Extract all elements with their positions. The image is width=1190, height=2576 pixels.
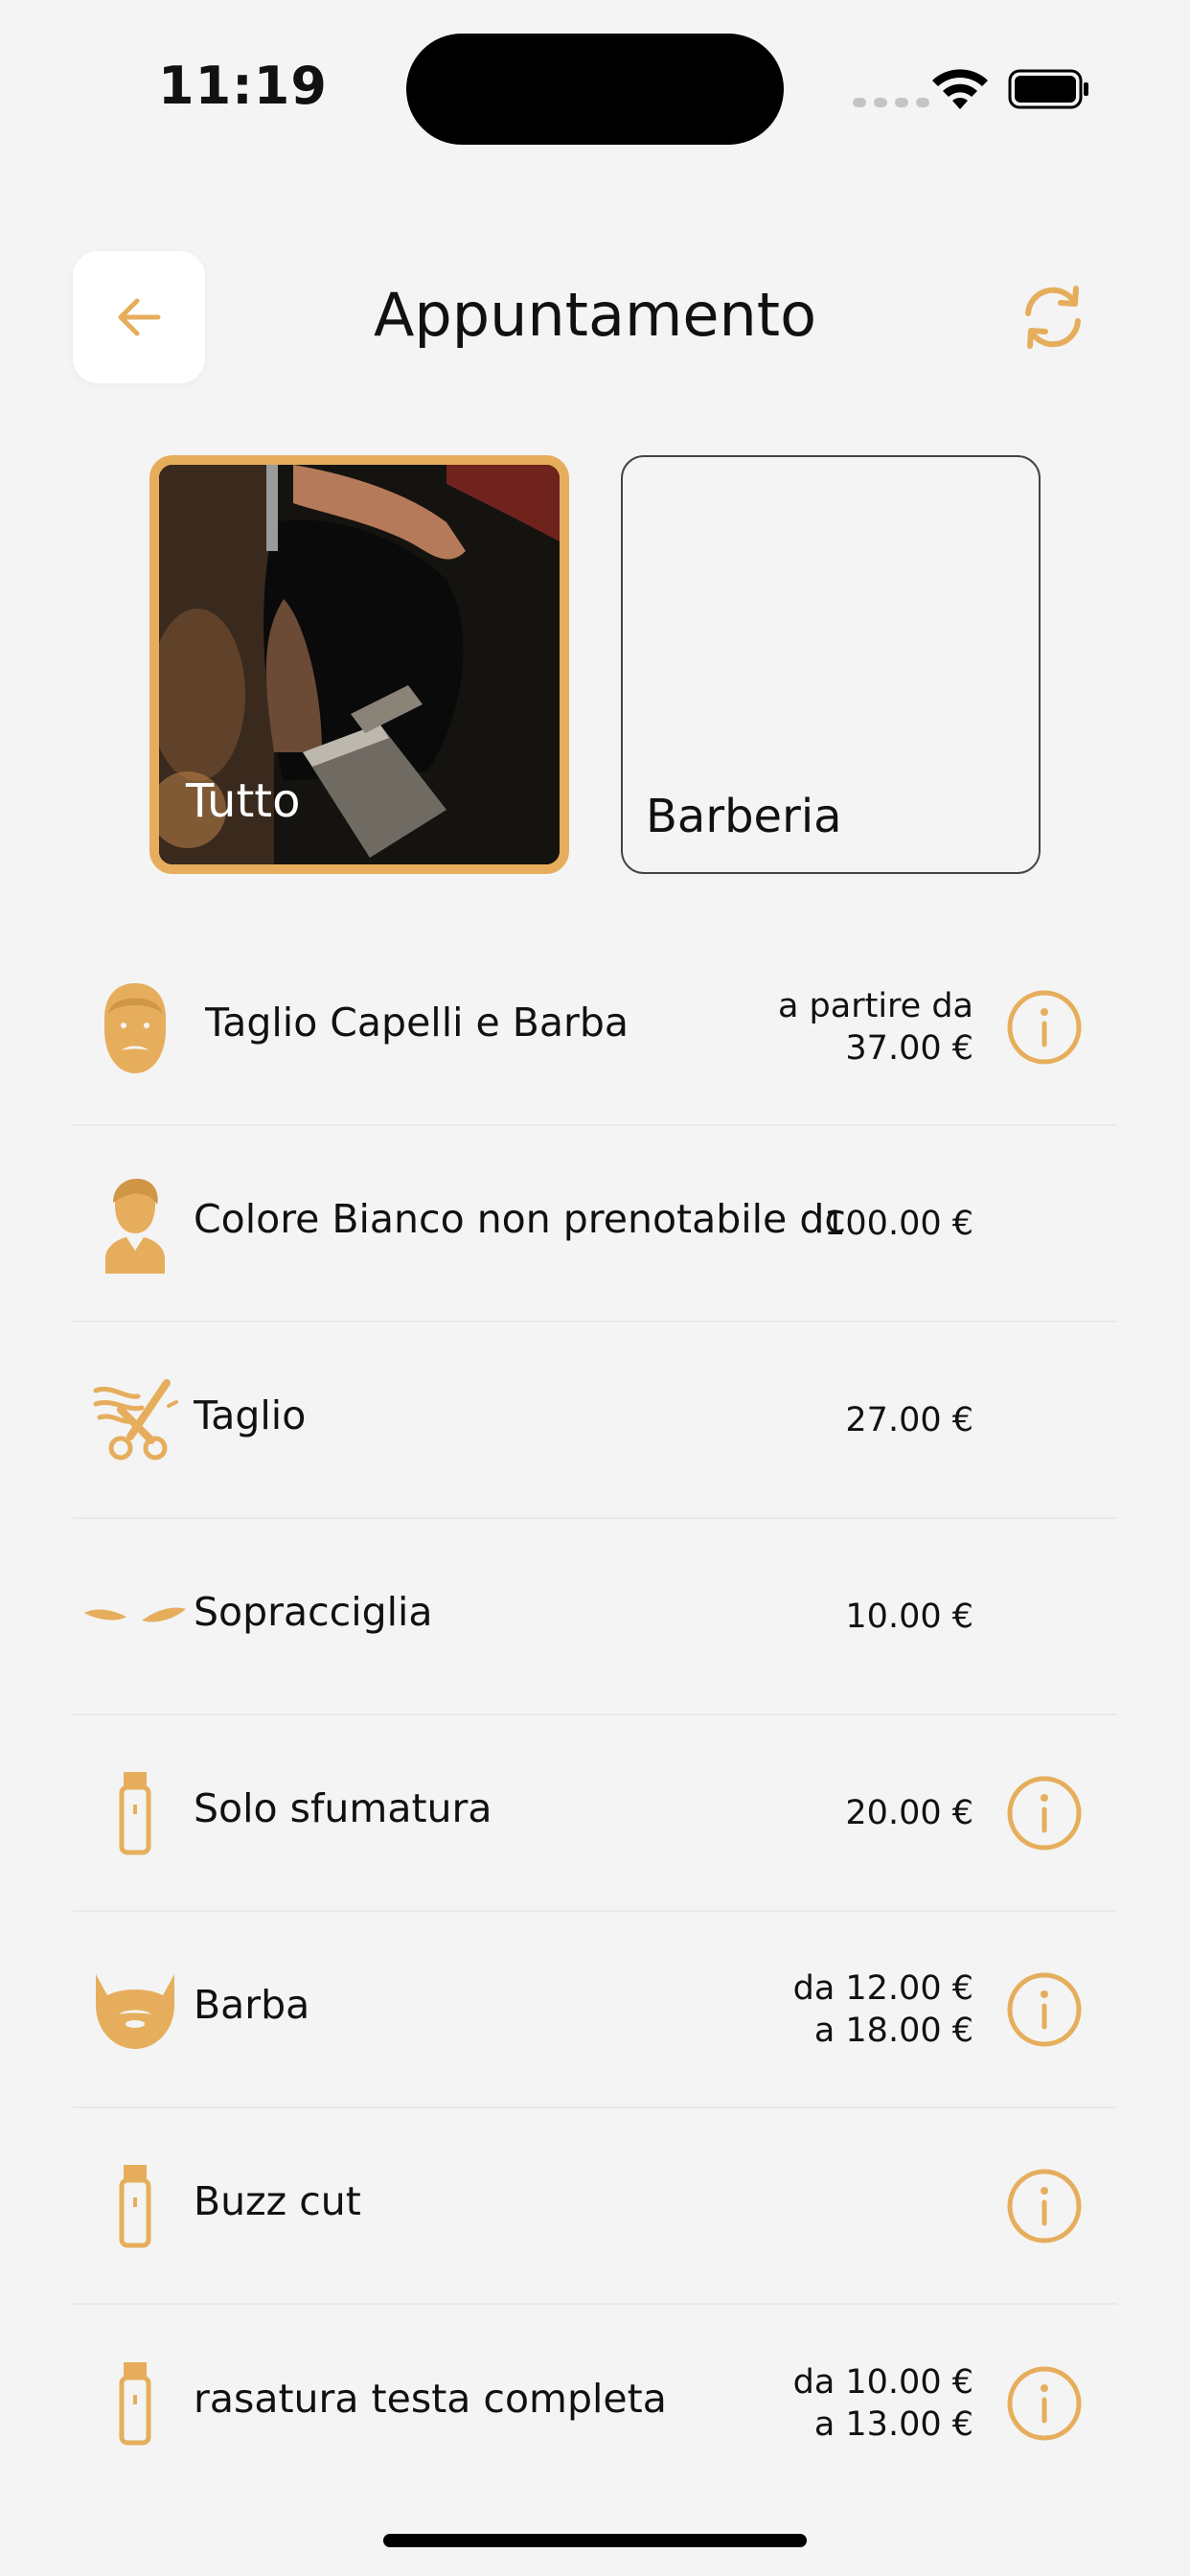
info-icon[interactable] (1006, 2168, 1083, 2244)
scissors-icon (82, 1368, 188, 1473)
service-price: a partire da 37.00 € (777, 986, 973, 1068)
status-bar: 11:19 (0, 0, 1190, 172)
service-name: Buzz cut (194, 2177, 361, 2224)
dynamic-island (406, 34, 784, 145)
service-price: da 10.00 € a 13.00 € (792, 2362, 973, 2444)
category-card-barberia[interactable]: Barberia (621, 455, 1041, 874)
wifi-icon (932, 69, 988, 109)
service-row[interactable]: Taglio Capelli e Barba a partire da 37.0… (73, 930, 1117, 1126)
service-name: Taglio Capelli e Barba (205, 999, 629, 1046)
header: Appuntamento (0, 251, 1190, 385)
clipper-icon (82, 2351, 188, 2456)
category-selector: Tutto Barberia (149, 455, 1041, 877)
service-price: da 12.00 € a 18.00 € (792, 1968, 973, 2050)
cellular-signal-icon (853, 98, 929, 107)
man-bust-icon (82, 1171, 188, 1276)
service-row[interactable]: Buzz cut (73, 2108, 1117, 2305)
service-row[interactable]: rasatura testa completa da 10.00 € a 13.… (73, 2305, 1117, 2501)
service-name: Taglio (194, 1392, 307, 1438)
service-price: 20.00 € (845, 1793, 973, 1832)
service-name: Barba (194, 1981, 310, 2028)
status-time: 11:19 (158, 56, 328, 116)
refresh-icon (1025, 286, 1081, 349)
service-row[interactable]: Sopracciglia 10.00 € (73, 1519, 1117, 1715)
battery-icon (1008, 69, 1088, 109)
clipper-icon (82, 2153, 188, 2259)
category-label: Tutto (186, 774, 301, 828)
service-price: 100.00 € (824, 1204, 973, 1243)
beard-icon (82, 1957, 188, 2062)
service-name: Solo sfumatura (194, 1784, 492, 1831)
service-price: 10.00 € (845, 1597, 973, 1636)
category-label: Barberia (646, 790, 842, 843)
info-icon[interactable] (1006, 1971, 1083, 2048)
info-icon[interactable] (1006, 989, 1083, 1066)
info-icon[interactable] (1006, 1775, 1083, 1852)
refresh-button[interactable] (1010, 274, 1096, 360)
category-card-tutto[interactable]: Tutto (149, 455, 569, 874)
service-price: 27.00 € (845, 1400, 973, 1439)
service-row[interactable]: Taglio 27.00 € (73, 1322, 1117, 1519)
home-indicator[interactable] (383, 2534, 807, 2547)
service-row[interactable]: Solo sfumatura 20.00 € (73, 1715, 1117, 1912)
services-list: Taglio Capelli e Barba a partire da 37.0… (73, 930, 1117, 2501)
service-name: Sopracciglia (194, 1588, 433, 1635)
service-name: rasatura testa completa (194, 2375, 667, 2422)
bearded-man-icon (82, 975, 188, 1080)
clipper-icon (82, 1760, 188, 1866)
service-name: Colore Bianco non prenotabile dc (194, 1195, 846, 1242)
info-icon[interactable] (1006, 2365, 1083, 2442)
service-row[interactable]: Colore Bianco non prenotabile dc 100.00 … (73, 1126, 1117, 1322)
service-row[interactable]: Barba da 12.00 € a 18.00 € (73, 1912, 1117, 2108)
eyebrows-icon (82, 1564, 188, 1669)
